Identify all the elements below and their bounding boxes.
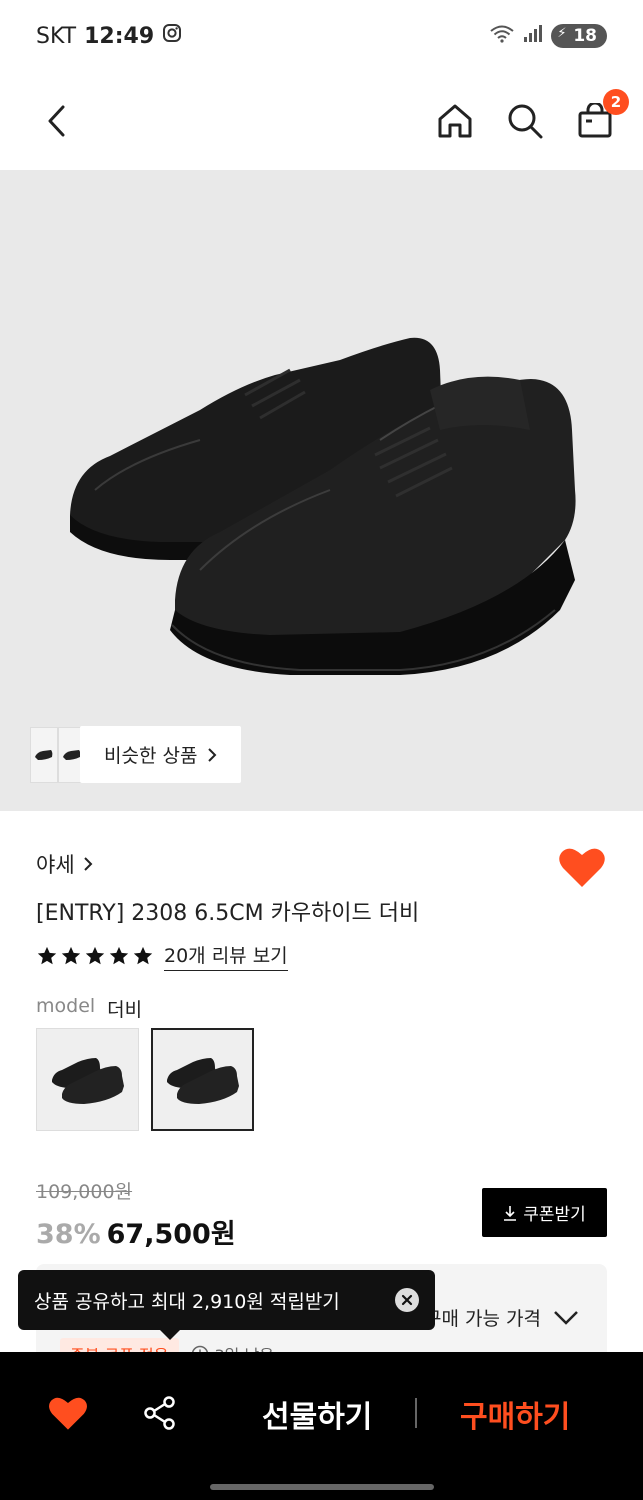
app-header: 2: [0, 72, 643, 170]
price-line: 38% 67,500원: [36, 1212, 236, 1251]
battery-indicator: 18: [551, 24, 607, 48]
star-icon: [109, 946, 129, 965]
option-thumb-2[interactable]: [151, 1028, 254, 1131]
product-photo: [70, 337, 576, 675]
brand-name: 야세: [36, 853, 75, 877]
star-icon: [37, 946, 57, 965]
wishlist-button[interactable]: [558, 845, 606, 889]
similar-products-chip[interactable]: 비슷한 상품: [30, 726, 242, 783]
bottom-action-bar: 선물하기 구매하기: [0, 1352, 643, 1500]
carrier-label: SKT: [36, 23, 77, 49]
option-label-row: model 더비: [36, 995, 142, 1022]
status-right: 18: [489, 24, 607, 48]
toast-close-button[interactable]: [395, 1288, 419, 1312]
signal-icon: [523, 25, 543, 47]
home-button[interactable]: [435, 101, 475, 141]
share-icon: [144, 1396, 175, 1430]
similar-products-label: 비슷한 상품: [80, 726, 242, 783]
cart-button[interactable]: 2: [575, 89, 629, 141]
product-title: [ENTRY] 2308 6.5CM 카우하이드 더비: [36, 901, 420, 926]
star-icon: [133, 946, 153, 965]
star-icon: [85, 946, 105, 965]
chevron-down-icon: [554, 1310, 578, 1325]
download-icon: [504, 1205, 517, 1221]
buy-button[interactable]: 구매하기: [460, 1392, 570, 1436]
final-price: 67,500원: [106, 1219, 236, 1250]
price-block: 109,000원 38% 67,500원: [36, 1177, 236, 1251]
brand-link[interactable]: 야세: [36, 849, 93, 879]
wifi-icon: [489, 24, 515, 48]
chevron-left-icon: [48, 105, 65, 137]
product-image-gallery[interactable]: 비슷한 상품: [0, 170, 643, 811]
gift-button[interactable]: 선물하기: [262, 1392, 372, 1436]
star-icon: [61, 946, 81, 965]
header-actions: 2: [435, 89, 629, 141]
option-name: model: [36, 995, 96, 1017]
rating-row: 20개 리뷰 보기: [36, 941, 288, 971]
search-button[interactable]: [505, 101, 545, 141]
star-rating: [36, 945, 154, 967]
status-bar: SKT 12:49 18: [0, 0, 643, 72]
cart-count-badge: 2: [603, 89, 629, 115]
chevron-right-icon: [208, 747, 217, 762]
instagram-icon: [162, 23, 182, 49]
search-icon: [508, 104, 543, 139]
similar-products-text: 비슷한 상품: [104, 745, 198, 767]
coupon-download-label: 쿠폰받기: [523, 1205, 586, 1225]
original-price: 109,000원: [36, 1181, 133, 1203]
option-value: 더비: [107, 999, 143, 1021]
heart-icon: [559, 848, 605, 887]
option-thumb-1[interactable]: [36, 1028, 139, 1131]
back-button[interactable]: [36, 101, 76, 141]
similar-thumbnails: [30, 726, 86, 783]
home-indicator: [210, 1484, 434, 1490]
heart-icon: [49, 1397, 87, 1430]
similar-thumb: [30, 726, 58, 783]
share-button[interactable]: [142, 1395, 178, 1431]
home-icon: [438, 104, 472, 138]
review-link[interactable]: 20개 리뷰 보기: [164, 941, 288, 971]
coupon-download-button[interactable]: 쿠폰받기: [482, 1188, 607, 1237]
discount-rate: 38%: [36, 1219, 101, 1250]
status-left: SKT 12:49: [36, 23, 182, 49]
share-toast: 상품 공유하고 최대 2,910원 적립받기: [18, 1270, 435, 1340]
toast-message: 상품 공유하고 최대 2,910원 적립받기: [34, 1290, 340, 1313]
option-thumbnails: [36, 1028, 254, 1131]
button-divider: [415, 1398, 417, 1428]
bottom-wishlist-button[interactable]: [48, 1394, 88, 1432]
chevron-right-icon: [83, 857, 93, 871]
close-icon: [401, 1294, 413, 1306]
clock: 12:49: [84, 23, 155, 49]
